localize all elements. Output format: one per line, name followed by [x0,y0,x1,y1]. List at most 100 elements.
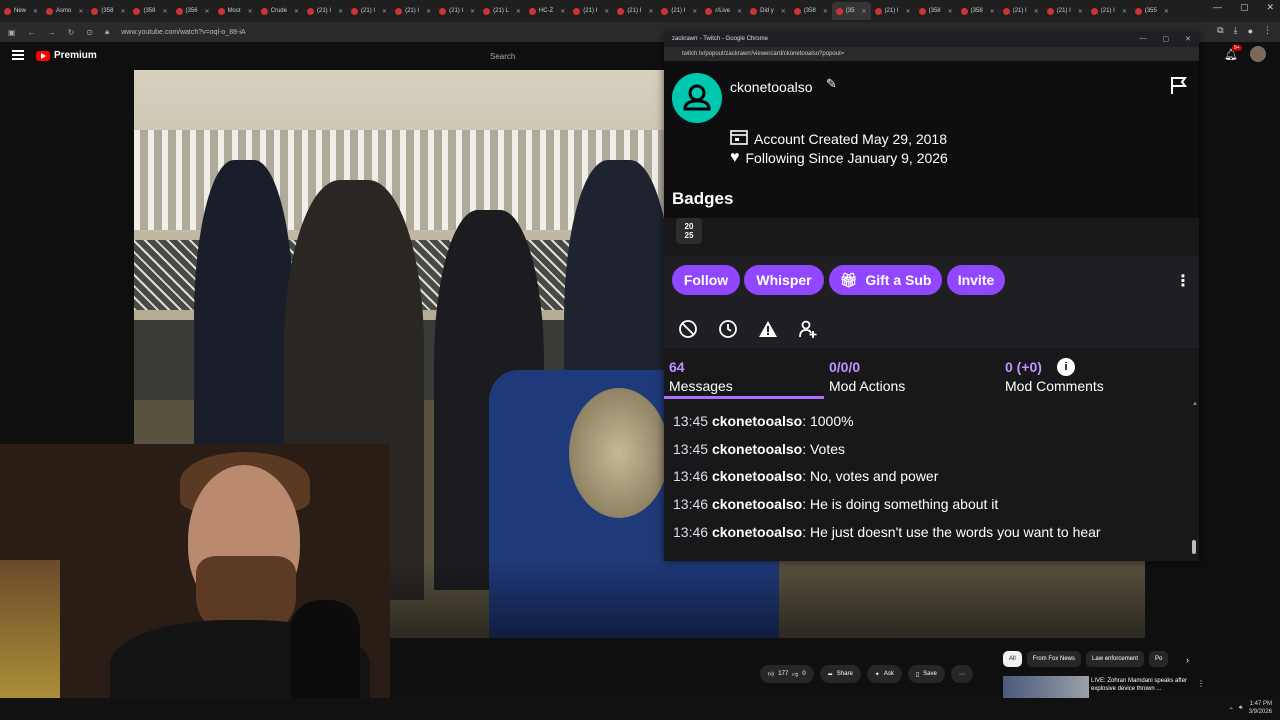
site-info-icon[interactable]: ⊙ [86,28,93,37]
extensions-icon[interactable]: ⧉ [1217,25,1223,36]
browser-tab[interactable]: (21) I ✕ [1043,2,1087,20]
more-actions-button[interactable]: ⋯ [950,665,973,683]
ask-button[interactable]: ✦ Ask [866,665,902,683]
tab-close-icon[interactable]: ✕ [120,8,125,15]
download-icon[interactable]: ⤓ [1234,25,1238,36]
browser-tab[interactable]: (356 ✕ [172,2,214,20]
thumbs-down-icon[interactable]: 👎︎ [792,670,798,678]
browser-tab[interactable]: (21) I ✕ [569,2,613,20]
browser-tab[interactable]: Most ✕ [214,2,257,20]
browser-tab[interactable]: r/Live ✕ [701,2,746,20]
browser-tab[interactable]: (358 ✕ [957,2,999,20]
info-icon[interactable]: i [1057,358,1075,376]
profile-icon[interactable]: ● [1248,26,1253,36]
chip-from-fox-news[interactable]: From Fox News [1026,651,1082,667]
sidebar-toggle-icon[interactable]: ▣ [8,28,16,37]
message-user[interactable]: ckonetooalso [712,468,802,484]
tab-close-icon[interactable]: ✕ [948,8,953,15]
browser-tab[interactable]: (21) I ✕ [391,2,435,20]
tab-close-icon[interactable]: ✕ [78,8,83,15]
browser-tab[interactable]: (21) I ✕ [1087,2,1131,20]
recommended-video[interactable]: LIVE: Zohran Mamdani speaks after explos… [1003,676,1205,698]
more-options-icon[interactable]: ⋮ [1175,271,1191,291]
browser-tab[interactable]: (21) I ✕ [435,2,479,20]
browser-tab[interactable]: (21) I ✕ [303,2,347,20]
reload-icon[interactable]: ↻ [68,28,75,37]
tab-mod-actions[interactable]: Mod Actions [829,378,905,394]
close-icon[interactable]: ✕ [1185,35,1191,43]
search-input[interactable]: Search [482,49,662,65]
whisper-button[interactable]: Whisper [744,265,824,295]
chip-law-enforcement[interactable]: Law enforcement [1086,651,1145,667]
browser-tab[interactable]: New ✕ [0,2,42,20]
tab-close-icon[interactable]: ✕ [648,8,653,15]
chip-po[interactable]: Po [1149,651,1169,667]
message-user[interactable]: ckonetooalso [712,441,802,457]
minimize-icon[interactable]: — [1140,35,1147,43]
browser-menu-icon[interactable]: ⋮ [1263,25,1272,36]
browser-tab[interactable]: (21) L ✕ [479,2,525,20]
account-avatar[interactable] [1250,46,1266,62]
tab-close-icon[interactable]: ✕ [1164,8,1169,15]
ban-icon[interactable] [678,319,698,339]
scroll-up-icon[interactable]: ▲ [1192,401,1198,407]
back-icon[interactable]: ← [28,28,36,37]
chevron-right-icon[interactable]: › [1186,655,1189,665]
forward-icon[interactable]: → [48,28,56,37]
browser-tab[interactable]: (358 ✕ [129,2,171,20]
browser-tab[interactable]: Did y ✕ [746,2,790,20]
tab-close-icon[interactable]: ✕ [560,8,565,15]
message-log-scrollbar[interactable] [1192,540,1196,554]
timeout-clock-icon[interactable] [718,319,738,339]
tab-close-icon[interactable]: ✕ [33,8,38,15]
share-button[interactable]: ➦ Share [819,665,861,683]
tab-close-icon[interactable]: ✕ [1034,8,1039,15]
tab-close-icon[interactable]: ✕ [248,8,253,15]
tab-close-icon[interactable]: ✕ [1078,8,1083,15]
like-button[interactable]: 👍︎ 177 👎︎ 0 [760,665,814,683]
browser-tab[interactable]: HC-Z ✕ [525,2,569,20]
tab-close-icon[interactable]: ✕ [781,8,786,15]
tab-close-icon[interactable]: ✕ [338,8,343,15]
tab-messages[interactable]: Messages [669,378,733,394]
volume-icon[interactable]: 🔊︎ [1239,705,1243,712]
maximize-icon[interactable]: ▢ [1163,35,1170,43]
browser-tab[interactable]: (355 ✕ [1131,2,1173,20]
tab-close-icon[interactable]: ✕ [162,8,167,15]
tab-close-icon[interactable]: ✕ [470,8,475,15]
browser-tab[interactable]: (21) I ✕ [999,2,1043,20]
close-icon[interactable]: ✕ [1266,2,1274,13]
browser-tab[interactable]: (358 ✕ [790,2,832,20]
maximize-icon[interactable]: ▢ [1240,2,1249,13]
message-user[interactable]: ckonetooalso [712,524,802,540]
network-icon[interactable]: ⌁ [1229,705,1233,712]
invite-button[interactable]: Invite [947,265,1005,295]
tab-close-icon[interactable]: ✕ [823,8,828,15]
tab-close-icon[interactable]: ✕ [426,8,431,15]
gift-a-sub-button[interactable]: 🎁︎ Gift a Sub [829,265,942,295]
message-user[interactable]: ckonetooalso [712,496,802,512]
tab-close-icon[interactable]: ✕ [692,8,697,15]
pencil-icon[interactable]: ✎ [826,76,837,92]
twitch-url-bar[interactable]: twitch.tv/popout/zackrawrr/viewercard/ck… [664,47,1199,61]
tab-close-icon[interactable]: ✕ [862,8,867,15]
tab-close-icon[interactable]: ✕ [604,8,609,15]
report-flag-icon[interactable] [1169,75,1189,100]
chip-all[interactable]: All [1003,651,1022,667]
tab-close-icon[interactable]: ✕ [382,8,387,15]
tab-close-icon[interactable]: ✕ [906,8,911,15]
notifications-bell-icon[interactable]: 🔔︎ 9+ [1224,44,1242,61]
clock[interactable]: 1:47 PM 3/9/2026 [1249,700,1272,716]
youtube-logo[interactable]: Premium [36,50,97,61]
browser-tab[interactable]: Crude ✕ [257,2,303,20]
badge-2025[interactable]: 20 25 [676,218,702,244]
tab-close-icon[interactable]: ✕ [990,8,995,15]
browser-tab[interactable]: (21) I ✕ [871,2,915,20]
add-mod-icon[interactable] [798,319,818,339]
browser-tab[interactable]: (358 ✕ [87,2,129,20]
tab-close-icon[interactable]: ✕ [737,8,742,15]
browser-tab[interactable]: Asmo ✕ [42,2,87,20]
minimize-icon[interactable]: — [1213,2,1222,13]
tab-close-icon[interactable]: ✕ [1122,8,1127,15]
browser-tab[interactable]: (21) I ✕ [657,2,701,20]
